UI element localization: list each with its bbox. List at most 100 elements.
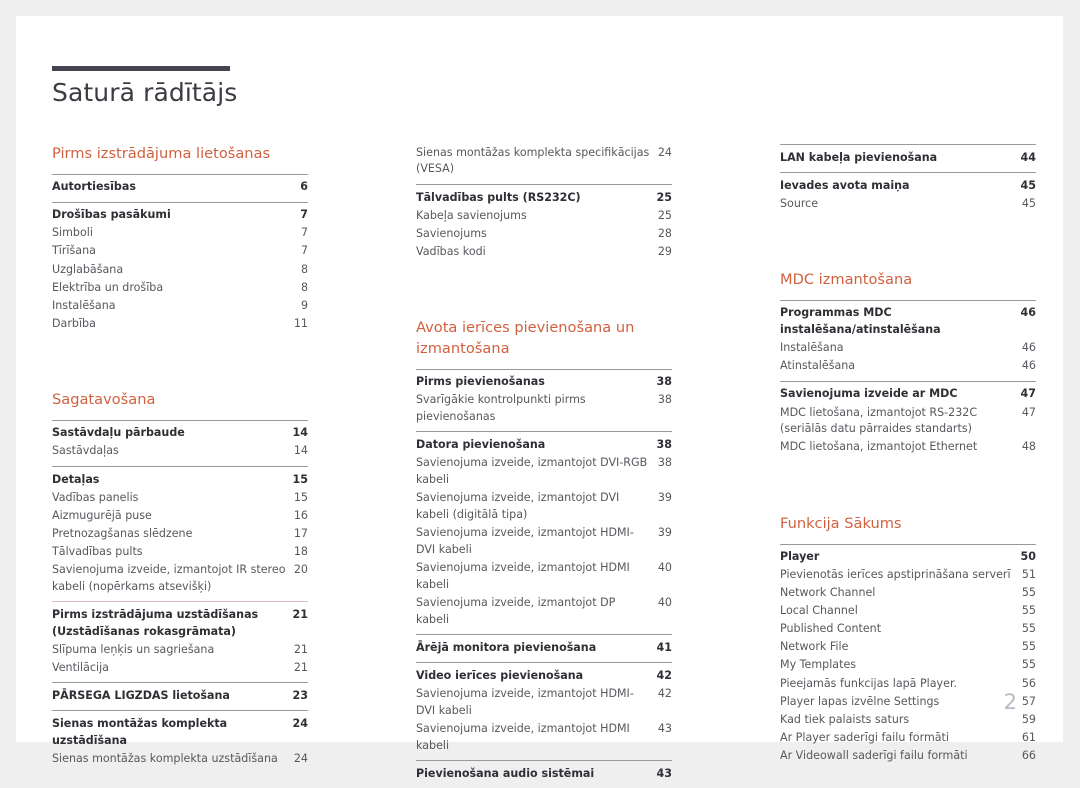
toc-entry-label: Player lapas izvēlne Settings [780, 694, 940, 708]
toc-entry[interactable]: Savienojuma izveide, izmantojot DVI-RGB … [416, 455, 672, 490]
toc-entry[interactable]: Local Channel 55 [780, 603, 1036, 621]
toc-entry-label: Pievienošana audio sistēmai [416, 766, 595, 780]
toc-entry[interactable]: Atinstalēšana 46 [780, 358, 1036, 376]
toc-entry[interactable]: Svarīgākie kontrolpunkti pirms pievienoš… [416, 392, 672, 427]
toc-entry-page: 39 [657, 525, 672, 539]
toc-entry-heading[interactable]: Player 50 [780, 549, 1036, 567]
toc-entry[interactable]: Instalēšana 9 [52, 297, 308, 315]
toc-entry-label: Slīpuma leņķis un sagriešana [52, 642, 215, 656]
toc-entry[interactable]: Kabeļa savienojums 25 [416, 207, 672, 225]
toc-entry-label: MDC lietošana, izmantojot Ethernet [780, 440, 978, 454]
toc-entry[interactable]: Savienojums 28 [416, 225, 672, 243]
toc-entry-page: 21 [293, 642, 308, 656]
toc-entry-heading[interactable]: PĀRSEGA LIGZDAS lietošana 23 [52, 687, 308, 705]
toc-entry-page: 8 [300, 280, 308, 294]
toc-entry-heading[interactable]: Tālvadības pults (RS232C) 25 [416, 189, 672, 207]
toc-entry[interactable]: Ar Videowall saderīgi failu formāti 66 [780, 747, 1036, 765]
toc-entry[interactable]: Vadības panelis 15 [52, 489, 308, 507]
toc-entry-page: 48 [1021, 440, 1036, 454]
toc-entry[interactable]: Tīrīšana 7 [52, 243, 308, 261]
toc-entry[interactable]: Uzglabāšana 8 [52, 261, 308, 279]
toc-entry[interactable]: Sienas montāžas komplekta specifikācijas… [416, 144, 672, 179]
toc-entry[interactable]: Slīpuma leņķis un sagriešana 21 [52, 641, 308, 659]
toc-entry-page: 7 [300, 244, 308, 258]
toc-entry-heading[interactable]: Sastāvdaļu pārbaude 14 [52, 425, 308, 443]
toc-entry[interactable]: Pretnozagšanas slēdzene 17 [52, 525, 308, 543]
toc-entry[interactable]: Kad tiek palaists saturs 59 [780, 711, 1036, 729]
toc-entry-heading[interactable]: Pirms izstrādājuma uzstādīšanas (Uzstādī… [52, 606, 308, 641]
toc-group: Sienas montāžas komplekta specifikācijas… [416, 144, 672, 184]
toc-entry-page: 38 [657, 456, 672, 470]
toc-entry-label: PĀRSEGA LIGZDAS lietošana [52, 688, 230, 702]
toc-entry-label: Kad tiek palaists saturs [780, 712, 910, 726]
toc-entry-heading[interactable]: Video ierīces pievienošana 42 [416, 667, 672, 685]
toc-entry-heading[interactable]: Drošības pasākumi 7 [52, 207, 308, 225]
toc-entry-label: Pirms pievienošanas [416, 375, 545, 389]
toc-entry[interactable]: Darbība 11 [52, 315, 308, 333]
toc-entry[interactable]: Network File 55 [780, 639, 1036, 657]
toc-entry[interactable]: My Templates 55 [780, 657, 1036, 675]
toc-entry[interactable]: MDC lietošana, izmantojot Ethernet 48 [780, 439, 1036, 457]
toc-entry[interactable]: MDC lietošana, izmantojot RS-232C (seriā… [780, 404, 1036, 439]
toc-entry-label: Svarīgākie kontrolpunkti pirms pievienoš… [416, 393, 586, 424]
toc-entry-label: Sienas montāžas komplekta uzstādīšana [52, 751, 278, 765]
toc-entry-label: Savienojuma izveide, izmantojot IR stere… [52, 562, 286, 593]
toc-entry[interactable]: Pieejamās funkcijas lapā Player. 56 [780, 675, 1036, 693]
toc-entry-label: Drošības pasākumi [52, 208, 171, 222]
toc-entry[interactable]: Published Content 55 [780, 621, 1036, 639]
toc-entry[interactable]: Elektrība un drošība 8 [52, 279, 308, 297]
toc-entry-heading[interactable]: Programmas MDC instalēšana/atinstalēšana… [780, 305, 1036, 340]
toc-entry-heading[interactable]: Sienas montāžas komplekta uzstādīšana 24 [52, 715, 308, 750]
toc-entry[interactable]: Player lapas izvēlne Settings 57 [780, 693, 1036, 711]
toc-entry-heading[interactable]: Ievades avota maiņa 45 [780, 177, 1036, 195]
toc-entry-page: 24 [293, 751, 308, 765]
toc-entry[interactable]: Savienojuma izveide, izmantojot HDMI-DVI… [416, 685, 672, 720]
toc-entry-label: Pirms izstrādājuma uzstādīšanas (Uzstādī… [52, 607, 259, 638]
toc-entry-page: 25 [657, 208, 672, 222]
toc-entry-label: Sienas montāžas komplekta specifikācijas… [416, 145, 650, 176]
toc-entry-heading[interactable]: Detaļas 15 [52, 471, 308, 489]
toc-entry[interactable]: Savienojuma izveide, izmantojot DP kabel… [416, 594, 672, 629]
toc-entry-label: Detaļas [52, 472, 100, 486]
toc-entry[interactable]: Ventilācija 21 [52, 659, 308, 677]
toc-entry[interactable]: Simboli 7 [52, 225, 308, 243]
toc-entry-heading[interactable]: Pievienošana audio sistēmai 43 [416, 765, 672, 783]
toc-entry-label: Ventilācija [52, 660, 109, 674]
toc-entry-page: 45 [1020, 178, 1036, 192]
toc-entry-label: Uzglabāšana [52, 262, 124, 276]
toc-entry[interactable]: Source 45 [780, 195, 1036, 213]
toc-entry[interactable]: Savienojuma izveide, izmantojot HDMI kab… [416, 559, 672, 594]
toc-entry-page: 42 [657, 686, 672, 700]
toc-entry-page: 18 [293, 544, 308, 558]
toc-entry[interactable]: Vadības kodi 29 [416, 243, 672, 261]
toc-entry-heading[interactable]: LAN kabeļa pievienošana 44 [780, 149, 1036, 167]
toc-entry[interactable]: Savienojuma izveide, izmantojot IR stere… [52, 561, 308, 596]
toc-entry[interactable]: Aizmugurējā puse 16 [52, 507, 308, 525]
column-2: Sienas montāžas komplekta specifikācijas… [416, 144, 672, 788]
toc-entry[interactable]: Sienas montāžas komplekta uzstādīšana 24 [52, 750, 308, 768]
toc-entry-heading[interactable]: Savienojuma izveide ar MDC 47 [780, 386, 1036, 404]
toc-entry-heading[interactable]: Ārējā monitora pievienošana 41 [416, 639, 672, 657]
toc-entry[interactable]: Network Channel 55 [780, 585, 1036, 603]
toc-entry[interactable]: Tālvadības pults 18 [52, 543, 308, 561]
toc-group: PĀRSEGA LIGZDAS lietošana 23 [52, 682, 308, 710]
toc-entry-page: 21 [292, 607, 308, 621]
toc-entry-label: Atinstalēšana [780, 359, 856, 373]
toc-entry-heading[interactable]: Datora pievienošana 38 [416, 436, 672, 454]
toc-entry-label: Pretnozagšanas slēdzene [52, 526, 193, 540]
toc-group: Pievienošana audio sistēmai 43 [416, 759, 672, 788]
toc-entry-heading[interactable]: Pirms pievienošanas 38 [416, 374, 672, 392]
toc-entry[interactable]: Savienojuma izveide, izmantojot HDMI kab… [416, 720, 672, 755]
toc-entry[interactable]: Instalēšana 46 [780, 340, 1036, 358]
toc-entry[interactable]: Sastāvdaļas 14 [52, 443, 308, 461]
toc-entry-label: Source [780, 196, 819, 210]
column-3: LAN kabeļa pievienošana 44 Ievades avota m… [780, 144, 1036, 788]
toc-entry[interactable]: Savienojuma izveide, izmantojot DVI kabe… [416, 489, 672, 524]
toc-entry-page: 7 [300, 226, 308, 240]
toc-group: Autortiesības 6 [52, 173, 308, 202]
toc-entry[interactable]: Savienojuma izveide, izmantojot HDMI-DVI… [416, 524, 672, 559]
toc-entry[interactable]: Pievienotās ierīces apstiprināšana serve… [780, 567, 1036, 585]
toc-entry-heading[interactable]: Autortiesības 6 [52, 179, 308, 197]
toc-entry[interactable]: Ar Player saderīgi failu formāti 61 [780, 729, 1036, 747]
toc-entry-label: Ievades avota maiņa [780, 178, 910, 192]
